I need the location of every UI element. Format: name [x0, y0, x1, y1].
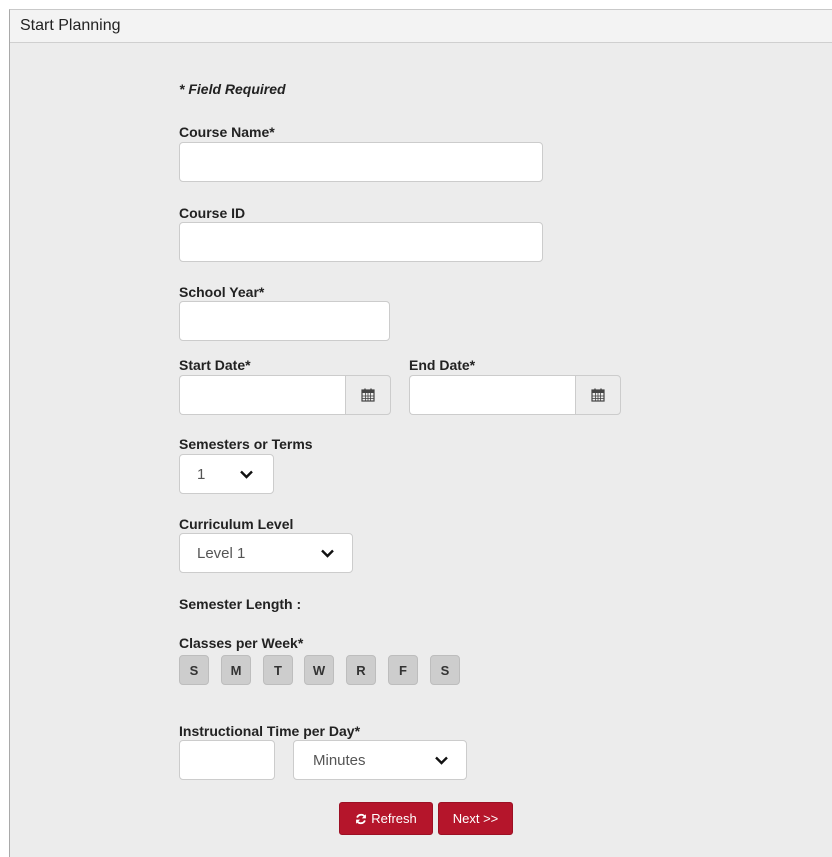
day-button-friday[interactable]: F: [388, 655, 418, 685]
calendar-icon[interactable]: [575, 375, 621, 415]
refresh-button[interactable]: Refresh: [339, 802, 433, 835]
curriculum-value: Level 1: [197, 544, 246, 562]
chevron-down-icon: [321, 549, 334, 558]
start-date-input[interactable]: [179, 375, 345, 415]
start-date-field: [179, 375, 391, 415]
day-button-thursday[interactable]: R: [346, 655, 376, 685]
instructional-time-input[interactable]: [179, 740, 275, 780]
end-date-field: [409, 375, 621, 415]
end-date-label: End Date*: [409, 357, 476, 373]
calendar-icon[interactable]: [345, 375, 391, 415]
course-name-label: Course Name*: [179, 124, 275, 140]
time-unit-select[interactable]: Minutes: [293, 740, 467, 780]
required-note: * Field Required: [179, 81, 286, 97]
semester-length-label: Semester Length :: [179, 596, 302, 612]
semesters-select[interactable]: 1: [179, 454, 274, 494]
start-date-label: Start Date*: [179, 357, 251, 373]
day-button-wednesday[interactable]: W: [304, 655, 334, 685]
next-label: Next >>: [452, 811, 499, 826]
next-button[interactable]: Next >>: [438, 802, 513, 835]
curriculum-select[interactable]: Level 1: [179, 533, 353, 573]
start-planning-panel: Start Planning * Field Required Course N…: [9, 9, 832, 857]
curriculum-label: Curriculum Level: [179, 516, 294, 532]
day-button-monday[interactable]: M: [221, 655, 251, 685]
chevron-down-icon: [240, 470, 253, 479]
end-date-input[interactable]: [409, 375, 575, 415]
semesters-label: Semesters or Terms: [179, 436, 313, 452]
chevron-down-icon: [435, 756, 448, 765]
course-name-input[interactable]: [179, 142, 543, 182]
day-button-saturday[interactable]: S: [430, 655, 460, 685]
time-unit-value: Minutes: [313, 751, 366, 769]
school-year-input[interactable]: [179, 301, 390, 341]
refresh-icon: [355, 813, 367, 825]
day-selector: S M T W R F S: [179, 655, 469, 685]
semesters-value: 1: [197, 465, 206, 483]
classes-per-week-label: Classes per Week*: [179, 635, 304, 651]
school-year-label: School Year*: [179, 284, 265, 300]
day-button-sunday[interactable]: S: [179, 655, 209, 685]
course-id-label: Course ID: [179, 205, 246, 221]
panel-title: Start Planning: [10, 10, 832, 43]
day-button-tuesday[interactable]: T: [263, 655, 293, 685]
course-id-input[interactable]: [179, 222, 543, 262]
instructional-time-label: Instructional Time per Day*: [179, 723, 361, 739]
refresh-label: Refresh: [371, 811, 417, 826]
